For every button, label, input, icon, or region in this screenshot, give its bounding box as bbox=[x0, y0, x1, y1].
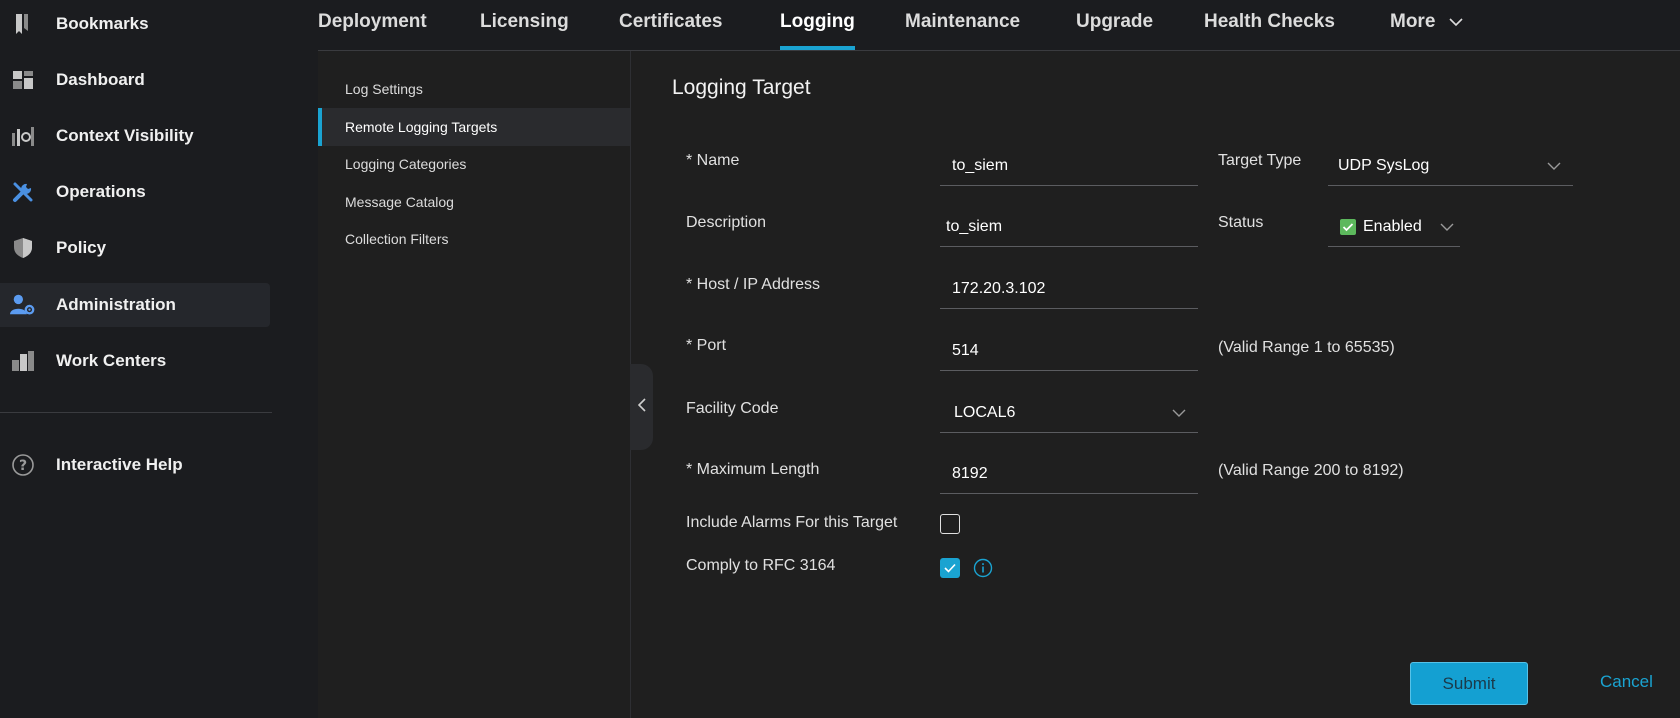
admin-user-gear-icon bbox=[10, 292, 36, 318]
left-navigation: Bookmarks Dashboard Context Visibility O… bbox=[0, 0, 318, 718]
submit-button[interactable]: Submit bbox=[1410, 662, 1528, 705]
nav-item-label: Interactive Help bbox=[56, 455, 183, 474]
tab-health-checks[interactable]: Health Checks bbox=[1204, 0, 1335, 50]
tab-deployment[interactable]: Deployment bbox=[318, 0, 427, 50]
maximum-length-value: 8192 bbox=[952, 464, 988, 482]
nav-item-label: Dashboard bbox=[56, 70, 145, 89]
maximum-length-range-hint: (Valid Range 200 to 8192) bbox=[1218, 462, 1404, 479]
nav-item-dashboard[interactable]: Dashboard bbox=[0, 58, 270, 102]
name-label: * Name bbox=[686, 152, 740, 169]
host-label: * Host / IP Address bbox=[686, 276, 820, 293]
collapse-submenu-button[interactable] bbox=[630, 364, 653, 450]
nav-item-label: Bookmarks bbox=[56, 14, 149, 33]
tab-more[interactable]: More bbox=[1390, 0, 1463, 50]
info-icon[interactable] bbox=[973, 558, 993, 583]
status-value: Enabled bbox=[1363, 217, 1422, 235]
tab-certificates[interactable]: Certificates bbox=[619, 0, 723, 50]
description-value: to_siem bbox=[946, 217, 1003, 235]
description-label: Description bbox=[686, 214, 767, 231]
status-select[interactable]: Enabled bbox=[1328, 207, 1460, 247]
target-type-select[interactable]: UDP SysLog bbox=[1328, 146, 1573, 186]
chevron-left-icon bbox=[637, 397, 646, 417]
chevron-down-icon bbox=[1449, 11, 1463, 32]
nav-item-label: Policy bbox=[56, 238, 107, 257]
nav-item-administration[interactable]: Administration bbox=[0, 283, 270, 327]
top-tab-bar: Deployment Licensing Certificates Loggin… bbox=[318, 0, 1680, 51]
description-input[interactable]: to_siem bbox=[940, 207, 1198, 247]
target-type-label: Target Type bbox=[1218, 152, 1302, 169]
submenu-collection-filters[interactable]: Collection Filters bbox=[318, 220, 630, 258]
host-input[interactable]: 172.20.3.102 bbox=[940, 269, 1198, 309]
status-label: Status bbox=[1218, 214, 1264, 231]
tab-upgrade[interactable]: Upgrade bbox=[1076, 0, 1153, 50]
status-enabled-check-icon bbox=[1340, 218, 1356, 235]
shield-icon bbox=[10, 235, 36, 261]
nav-item-work-centers[interactable]: Work Centers bbox=[0, 339, 270, 383]
svg-text:?: ? bbox=[19, 458, 27, 474]
facility-code-select[interactable]: LOCAL6 bbox=[940, 393, 1198, 433]
nav-divider bbox=[0, 412, 272, 413]
target-type-value: UDP SysLog bbox=[1338, 156, 1430, 174]
tab-maintenance[interactable]: Maintenance bbox=[905, 0, 1020, 50]
tab-more-label: More bbox=[1390, 11, 1436, 32]
chevron-down-icon bbox=[1172, 405, 1186, 423]
include-alarms-label: Include Alarms For this Target bbox=[686, 514, 898, 531]
logging-submenu: Log Settings Remote Logging Targets Logg… bbox=[318, 51, 631, 718]
dashboard-icon bbox=[10, 67, 36, 93]
nav-item-label: Operations bbox=[56, 182, 146, 201]
submenu-logging-categories[interactable]: Logging Categories bbox=[318, 145, 630, 183]
tab-licensing[interactable]: Licensing bbox=[480, 0, 569, 50]
facility-code-value: LOCAL6 bbox=[954, 403, 1016, 421]
bookmark-icon bbox=[10, 11, 36, 37]
name-input[interactable]: to_siem bbox=[940, 146, 1198, 186]
context-visibility-icon bbox=[10, 123, 36, 149]
checkmark-icon bbox=[944, 563, 956, 573]
submenu-log-settings[interactable]: Log Settings bbox=[318, 70, 630, 108]
nav-item-label: Context Visibility bbox=[56, 126, 194, 145]
question-circle-icon: ? bbox=[10, 452, 36, 478]
maximum-length-input[interactable]: 8192 bbox=[940, 454, 1198, 494]
nav-item-policy[interactable]: Policy bbox=[0, 226, 270, 270]
cancel-button[interactable]: Cancel bbox=[1600, 672, 1653, 692]
nav-item-label: Administration bbox=[56, 295, 176, 314]
nav-item-bookmarks[interactable]: Bookmarks bbox=[0, 2, 270, 46]
chevron-down-icon bbox=[1440, 219, 1454, 237]
host-value: 172.20.3.102 bbox=[952, 279, 1046, 297]
chevron-down-icon bbox=[1547, 158, 1561, 176]
buildings-icon bbox=[10, 348, 36, 374]
facility-code-label: Facility Code bbox=[686, 400, 779, 417]
rfc3164-checkbox[interactable] bbox=[940, 558, 960, 578]
port-range-hint: (Valid Range 1 to 65535) bbox=[1218, 339, 1395, 356]
port-value: 514 bbox=[952, 341, 979, 359]
nav-item-label: Work Centers bbox=[56, 351, 167, 370]
name-value: to_siem bbox=[952, 156, 1009, 174]
nav-item-operations[interactable]: Operations bbox=[0, 170, 270, 214]
port-input[interactable]: 514 bbox=[940, 331, 1198, 371]
maximum-length-label: * Maximum Length bbox=[686, 461, 820, 478]
include-alarms-checkbox[interactable] bbox=[940, 514, 960, 534]
submenu-message-catalog[interactable]: Message Catalog bbox=[318, 183, 630, 221]
submenu-remote-logging-targets[interactable]: Remote Logging Targets bbox=[318, 108, 630, 146]
nav-item-context-visibility[interactable]: Context Visibility bbox=[0, 114, 270, 158]
nav-item-interactive-help[interactable]: ? Interactive Help bbox=[0, 443, 270, 487]
form-title: Logging Target bbox=[672, 76, 811, 99]
rfc3164-label: Comply to RFC 3164 bbox=[686, 557, 836, 574]
port-label: * Port bbox=[686, 337, 727, 354]
wrench-icon bbox=[10, 179, 36, 205]
tab-logging[interactable]: Logging bbox=[780, 0, 855, 50]
